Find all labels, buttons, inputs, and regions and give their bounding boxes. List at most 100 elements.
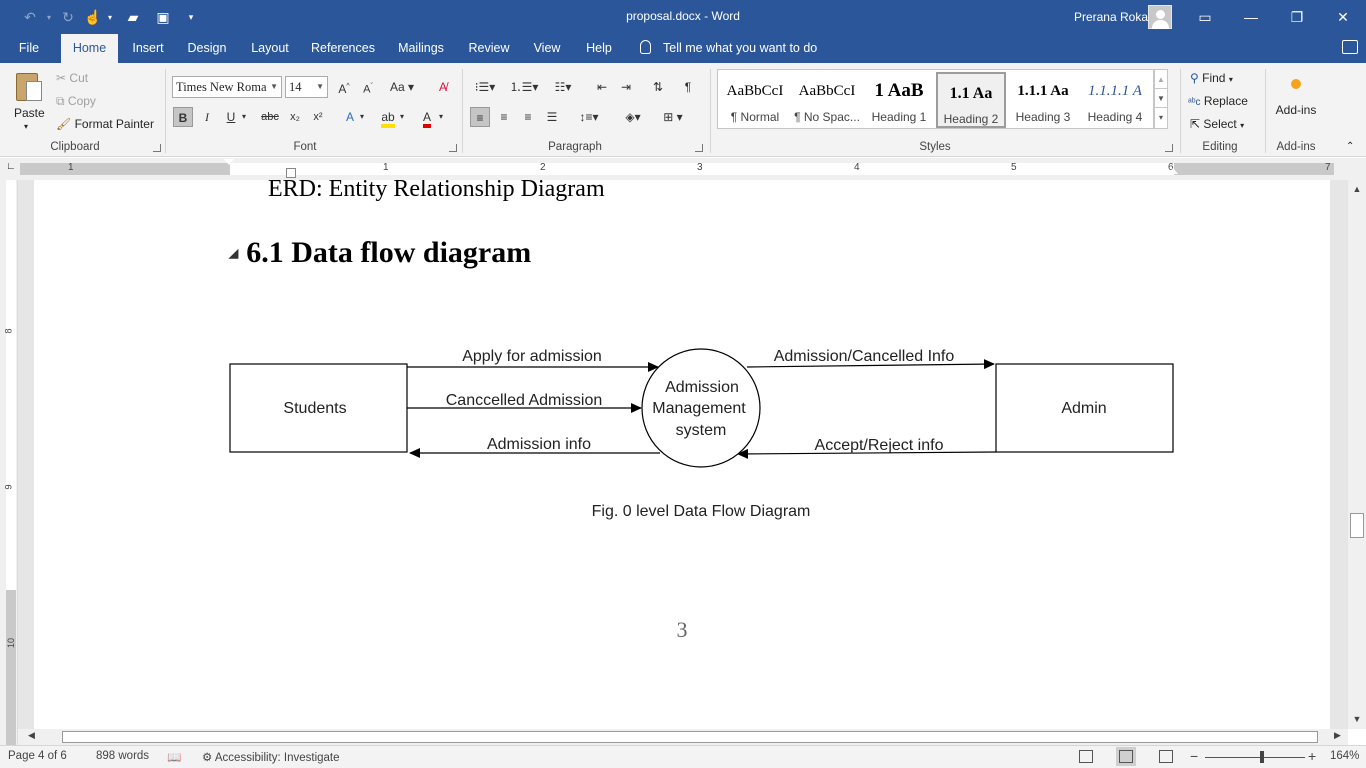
document-page[interactable]: ERD: Entity Relationship Diagram ◢ 6.1 Da…	[34, 180, 1330, 729]
clipboard-launcher-icon[interactable]	[153, 144, 161, 152]
multilevel-list-icon[interactable]: ☷▾	[548, 77, 578, 97]
shrink-font-icon[interactable]: Aˇ	[358, 77, 378, 97]
scroll-down-icon[interactable]: ▼	[1349, 712, 1365, 726]
font-color-dropdown-icon[interactable]: ▾	[435, 107, 447, 127]
superscript-button[interactable]: x²	[308, 107, 328, 127]
tab-mailings[interactable]: Mailings	[391, 34, 451, 63]
tab-references[interactable]: References	[307, 34, 379, 63]
scroll-up-icon[interactable]: ▲	[1349, 182, 1365, 196]
tab-review[interactable]: Review	[463, 34, 515, 63]
underline-dropdown-icon[interactable]: ▾	[238, 107, 250, 127]
select-button[interactable]: ⇱ Select ▾	[1190, 117, 1244, 131]
restore-icon[interactable]: ❐	[1274, 0, 1320, 34]
copy-button[interactable]: ⧉ Copy	[56, 94, 96, 109]
web-layout-icon[interactable]	[1159, 750, 1173, 763]
style-heading-1[interactable]: 1 AaB Heading 1	[864, 72, 934, 128]
tab-home[interactable]: Home	[61, 34, 118, 63]
tab-layout[interactable]: Layout	[244, 34, 296, 63]
gallery-more-icon[interactable]: ▾	[1155, 108, 1167, 127]
horizontal-ruler[interactable]: ∟ 1 1 2 3 4 5 6 7	[0, 158, 1366, 180]
align-right-icon[interactable]: ≡	[518, 107, 538, 127]
paste-button[interactable]: Paste ▾	[8, 69, 48, 139]
strikethrough-button[interactable]: abc	[260, 107, 280, 127]
user-name[interactable]: Prerana Roka	[1074, 10, 1148, 24]
horizontal-scrollbar[interactable]: ◀ ▶	[18, 729, 1348, 745]
zoom-out-icon[interactable]: −	[1190, 748, 1198, 764]
zoom-slider-track[interactable]	[1205, 757, 1305, 758]
ribbon-display-options-icon[interactable]: ▭	[1182, 0, 1228, 34]
style-normal[interactable]: AaBbCcI ¶ Normal	[720, 72, 790, 128]
close-icon[interactable]: ✕	[1320, 0, 1366, 34]
erd-line[interactable]: ERD: Entity Relationship Diagram	[268, 180, 605, 203]
shading-icon[interactable]: ◈▾	[618, 107, 648, 127]
increase-indent-icon[interactable]: ⇥	[616, 77, 636, 97]
paragraph-launcher-icon[interactable]	[695, 144, 703, 152]
bullets-icon[interactable]: ⁝☰▾	[470, 77, 500, 97]
styles-launcher-icon[interactable]	[1165, 144, 1173, 152]
font-color-icon[interactable]: A	[417, 107, 437, 128]
avatar[interactable]	[1148, 5, 1172, 29]
bold-button[interactable]: B	[173, 107, 193, 127]
format-painter-button[interactable]: 🖌 Format Painter	[56, 117, 154, 131]
zoom-level[interactable]: 164%	[1330, 750, 1359, 762]
right-indent-marker[interactable]	[1168, 168, 1178, 174]
style-heading-4[interactable]: 1.1.1.1 A Heading 4	[1080, 72, 1150, 128]
vertical-scrollbar[interactable]: ▲ ▼	[1348, 180, 1366, 729]
minimize-icon[interactable]: —	[1228, 0, 1274, 34]
gallery-down-icon[interactable]: ▼	[1155, 89, 1167, 108]
zoom-slider-thumb[interactable]	[1260, 751, 1264, 763]
print-layout-icon[interactable]	[1119, 750, 1133, 763]
word-count[interactable]: 898 words	[96, 750, 149, 762]
document-area[interactable]: ERD: Entity Relationship Diagram ◢ 6.1 Da…	[18, 180, 1348, 729]
gallery-up-icon[interactable]: ▲	[1155, 70, 1167, 89]
vertical-scroll-thumb[interactable]	[1350, 513, 1364, 538]
collapse-heading-icon[interactable]: ◢	[229, 246, 238, 260]
scroll-right-icon[interactable]: ▶	[1334, 730, 1341, 741]
tab-insert[interactable]: Insert	[124, 34, 172, 63]
replace-button[interactable]: ᵃᵇc Replace	[1188, 94, 1248, 108]
accessibility-status[interactable]: ⚙ Accessibility: Investigate	[202, 750, 340, 764]
first-line-indent-marker[interactable]	[224, 159, 234, 165]
decrease-indent-icon[interactable]: ⇤	[592, 77, 612, 97]
cut-button[interactable]: ✂ Cut	[56, 71, 88, 85]
text-effects-dropdown-icon[interactable]: ▾	[356, 107, 368, 127]
collapse-ribbon-icon[interactable]: ⌃	[1346, 141, 1354, 152]
font-launcher-icon[interactable]	[449, 144, 457, 152]
center-icon[interactable]: ≡	[494, 107, 514, 127]
data-flow-diagram[interactable]: Students Admin Admission Management syst…	[34, 340, 1330, 550]
hanging-indent-marker[interactable]	[286, 168, 296, 178]
sort-icon[interactable]: ⇅	[648, 77, 668, 97]
comments-icon[interactable]	[1342, 40, 1358, 54]
tab-selector-icon[interactable]: ∟	[6, 161, 16, 172]
style-no-spacing[interactable]: AaBbCcI ¶ No Spac...	[792, 72, 862, 128]
clear-formatting-icon[interactable]: A̸	[433, 77, 453, 97]
align-left-icon[interactable]: ≡	[470, 107, 490, 127]
grow-font-icon[interactable]: A^	[334, 77, 354, 97]
horizontal-scroll-thumb[interactable]	[62, 731, 1318, 743]
line-spacing-icon[interactable]: ↕≡▾	[574, 107, 604, 127]
tab-help[interactable]: Help	[578, 34, 620, 63]
page-indicator[interactable]: Page 4 of 6	[8, 750, 67, 762]
style-heading-2[interactable]: 1.1 Aa Heading 2	[936, 72, 1006, 128]
change-case-icon[interactable]: Aa ▾	[388, 77, 416, 97]
heading-6-1[interactable]: ◢ 6.1 Data flow diagram	[229, 236, 531, 270]
find-button[interactable]: ⚲ Find ▾	[1190, 71, 1233, 85]
tell-me-search[interactable]: Tell me what you want to do	[640, 34, 817, 63]
font-name-combo[interactable]: Times New Roma ▼	[172, 76, 282, 98]
show-formatting-marks-icon[interactable]: ¶	[678, 77, 698, 97]
justify-icon[interactable]: ☰	[542, 107, 562, 127]
zoom-in-icon[interactable]: +	[1308, 748, 1316, 764]
font-size-combo[interactable]: 14 ▼	[285, 76, 328, 98]
highlight-icon[interactable]: ab	[378, 107, 398, 128]
scroll-left-icon[interactable]: ◀	[28, 730, 35, 741]
tab-file[interactable]: File	[0, 34, 58, 63]
tab-design[interactable]: Design	[181, 34, 233, 63]
borders-icon[interactable]: ⊞ ▾	[656, 107, 690, 127]
styles-gallery-scroll[interactable]: ▲ ▼ ▾	[1154, 69, 1168, 129]
proofing-icon[interactable]: 📖	[167, 750, 181, 764]
numbering-icon[interactable]: ⒈☰▾	[508, 77, 540, 97]
vertical-ruler[interactable]: 8 9 10	[0, 180, 18, 747]
tab-view[interactable]: View	[527, 34, 567, 63]
subscript-button[interactable]: x₂	[285, 107, 305, 127]
highlight-dropdown-icon[interactable]: ▾	[396, 107, 408, 127]
